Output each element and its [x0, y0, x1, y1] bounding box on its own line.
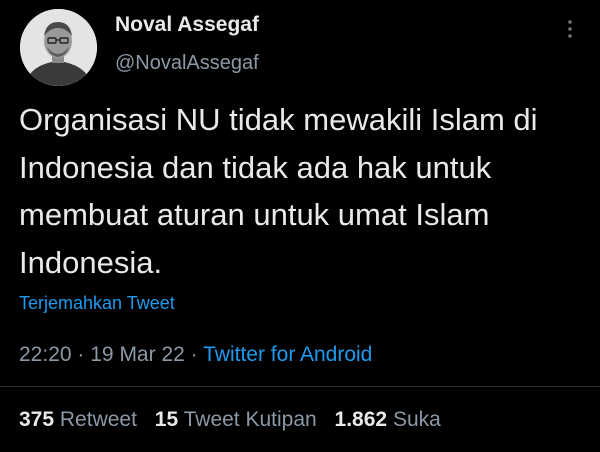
- tweet-date[interactable]: 19 Mar 22: [90, 343, 185, 366]
- avatar[interactable]: [20, 9, 97, 86]
- like-label: Suka: [392, 408, 441, 431]
- separator: ·: [190, 343, 198, 366]
- retweet-count-link[interactable]: 375 Retweet: [19, 408, 143, 431]
- like-count-link[interactable]: 1.862 Suka: [335, 408, 441, 431]
- quote-count-link[interactable]: 15 Tweet Kutipan: [155, 408, 323, 431]
- divider: [0, 386, 600, 387]
- tweet-stats: 375 Retweet 15 Tweet Kutipan 1.862 Suka: [19, 408, 453, 432]
- tweet-time[interactable]: 22:20: [19, 343, 72, 366]
- quote-count: 15: [154, 408, 179, 431]
- retweet-count: 375: [19, 408, 55, 431]
- tweet-metadata: 22:20 · 19 Mar 22 · Twitter for Android: [19, 343, 372, 367]
- more-vertical-icon[interactable]: [563, 18, 577, 40]
- tweet-text: Organisasi NU tidak mewakili Islam di In…: [19, 102, 538, 280]
- like-count: 1.862: [334, 408, 388, 431]
- display-name[interactable]: Noval Assegaf: [115, 13, 259, 37]
- translate-tweet-link[interactable]: Terjemahkan Tweet: [19, 293, 175, 314]
- tweet-source-link[interactable]: Twitter for Android: [203, 343, 372, 366]
- quote-label: Tweet Kutipan: [183, 408, 317, 431]
- user-handle[interactable]: @NovalAssegaf: [115, 52, 259, 75]
- separator: ·: [77, 343, 85, 366]
- retweet-label: Retweet: [59, 408, 137, 431]
- profile-photo: [20, 9, 97, 86]
